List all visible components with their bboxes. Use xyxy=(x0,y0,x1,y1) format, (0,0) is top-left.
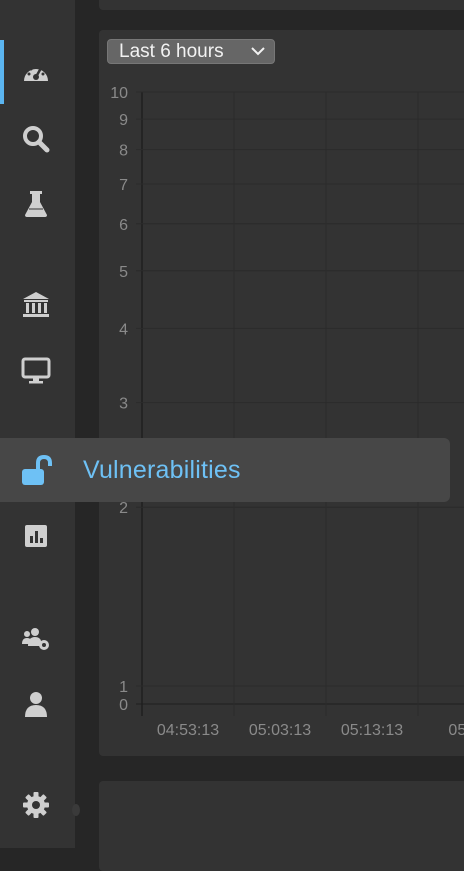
y-tick-label: 7 xyxy=(119,177,128,194)
y-tick-label: 6 xyxy=(119,217,128,234)
y-tick-label: 4 xyxy=(119,321,128,338)
unlock-icon xyxy=(22,454,52,485)
y-tick-label: 8 xyxy=(119,143,128,160)
chevron-down-icon xyxy=(251,47,265,56)
y-tick-label: 0 xyxy=(119,697,128,714)
chart-grid xyxy=(136,91,464,716)
y-tick-label: 10 xyxy=(110,85,128,102)
x-tick-label: 05:13:13 xyxy=(341,722,403,739)
sidebar-item-vulnerabilities[interactable]: Vulnerabilities xyxy=(0,438,450,502)
y-tick-label: 2 xyxy=(119,500,128,517)
y-tick-label: 1 xyxy=(119,679,128,696)
chart: 10 9 8 7 6 5 4 3 2 10 04:53:13 05:03:13 05:13:13 05:… xyxy=(110,85,464,739)
x-tick-label: 05:03:13 xyxy=(249,722,311,739)
y-tick-label: 5 xyxy=(119,264,128,281)
sidebar-item-settings[interactable] xyxy=(18,787,54,823)
y-tick-label: 3 xyxy=(119,396,128,413)
x-axis: 04:53:13 05:03:13 05:13:13 05:2 xyxy=(157,722,464,739)
x-tick-label: 05:2 xyxy=(448,722,464,739)
time-range-value: Last 6 hours xyxy=(119,40,224,62)
gear-icon xyxy=(23,792,49,818)
x-tick-label: 04:53:13 xyxy=(157,722,219,739)
time-range-select[interactable]: Last 6 hours xyxy=(107,39,275,64)
panel-bottom xyxy=(99,781,464,871)
y-axis: 10 9 8 7 6 5 4 3 2 10 xyxy=(110,85,128,714)
y-tick-label: 9 xyxy=(119,112,128,129)
collapse-handle[interactable] xyxy=(72,804,80,816)
vulnerabilities-label: Vulnerabilities xyxy=(83,456,241,484)
